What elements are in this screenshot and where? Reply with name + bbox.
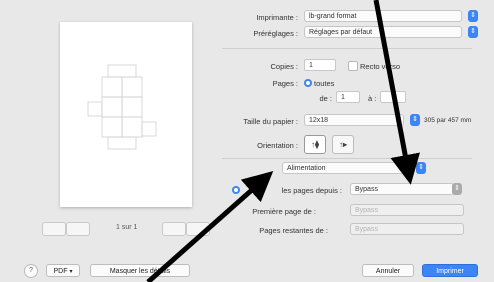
arrow-down-icon (373, 0, 420, 185)
print-dialog: 1 sur 1 Imprimante : lb-grand format ⇕ P… (0, 0, 494, 282)
arrow-up-icon (146, 171, 274, 282)
annotation-arrows (146, 0, 420, 282)
